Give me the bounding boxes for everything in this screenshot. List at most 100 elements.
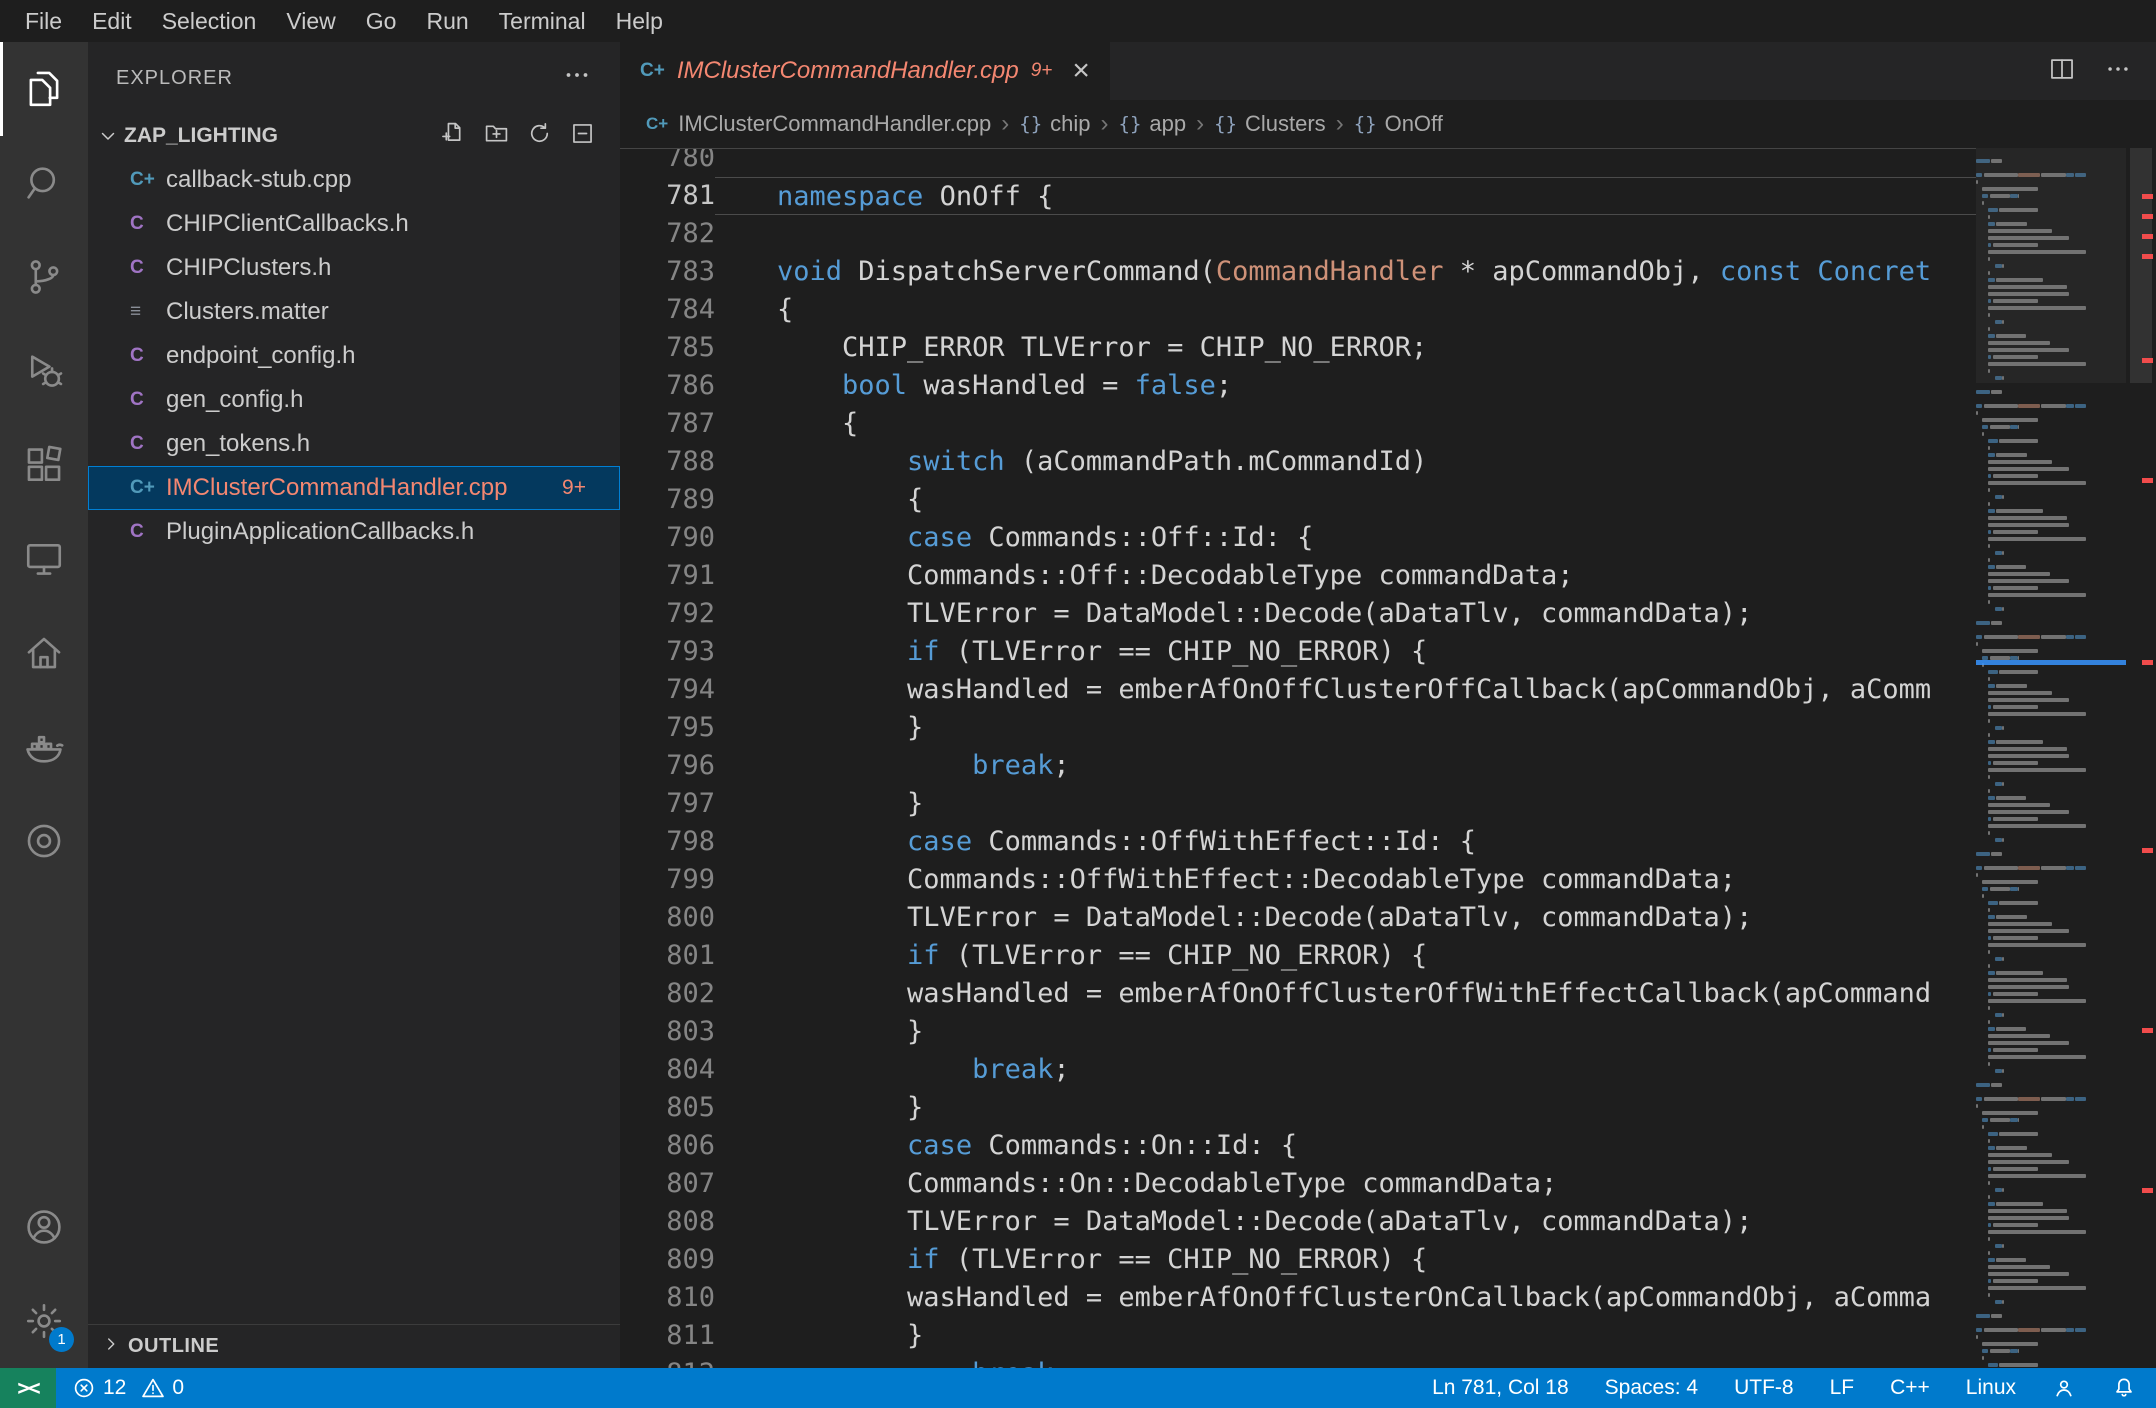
- line-number[interactable]: 782: [620, 215, 715, 253]
- new-file-icon[interactable]: [440, 120, 467, 153]
- code-line-812[interactable]: 812 break;: [620, 1355, 1976, 1368]
- code-line-792[interactable]: 792 TLVError = DataModel::Decode(aDataTl…: [620, 595, 1976, 633]
- code-line-790[interactable]: 790 case Commands::Off::Id: {: [620, 519, 1976, 557]
- folder-section-header[interactable]: ZAP_LIGHTING: [88, 114, 620, 158]
- file-item-gen_config.h[interactable]: Cgen_config.h: [88, 378, 620, 422]
- line-number[interactable]: 787: [620, 405, 715, 443]
- line-number[interactable]: 785: [620, 329, 715, 367]
- activity-home-icon[interactable]: [0, 606, 88, 700]
- code-line-795[interactable]: 795 }: [620, 709, 1976, 747]
- activity-extensions-icon[interactable]: [0, 418, 88, 512]
- line-number[interactable]: 796: [620, 747, 715, 785]
- code-line-791[interactable]: 791 Commands::Off::DecodableType command…: [620, 557, 1976, 595]
- file-item-Clusters.matter[interactable]: ≡ Clusters.matter: [88, 290, 620, 334]
- activity-settings-gear-icon[interactable]: 1: [0, 1274, 88, 1368]
- code-line-782[interactable]: 782: [620, 215, 1976, 253]
- line-number[interactable]: 789: [620, 481, 715, 519]
- line-number[interactable]: 797: [620, 785, 715, 823]
- code-line-800[interactable]: 800 TLVError = DataModel::Decode(aDataTl…: [620, 899, 1976, 937]
- split-editor-icon[interactable]: [2048, 55, 2076, 88]
- menu-view[interactable]: View: [271, 0, 350, 42]
- minimap[interactable]: [1976, 148, 2126, 1368]
- line-number[interactable]: 790: [620, 519, 715, 557]
- code-line-785[interactable]: 785 CHIP_ERROR TLVError = CHIP_NO_ERROR;: [620, 329, 1976, 367]
- code-line-797[interactable]: 797 }: [620, 785, 1976, 823]
- notifications-bell-icon[interactable]: [2112, 1376, 2136, 1400]
- code-line-780[interactable]: 780: [620, 149, 1976, 177]
- line-number[interactable]: 788: [620, 443, 715, 481]
- line-number[interactable]: 801: [620, 937, 715, 975]
- menu-help[interactable]: Help: [601, 0, 678, 42]
- breadcrumb-item-imclustercommandhandler-cpp[interactable]: C+ IMClusterCommandHandler.cpp: [646, 111, 991, 137]
- remote-indicator[interactable]: ><: [0, 1368, 56, 1408]
- line-number[interactable]: 798: [620, 823, 715, 861]
- line-number[interactable]: 806: [620, 1127, 715, 1165]
- code-line-804[interactable]: 804 break;: [620, 1051, 1976, 1089]
- code-line-809[interactable]: 809 if (TLVError == CHIP_NO_ERROR) {: [620, 1241, 1976, 1279]
- code-line-784[interactable]: 784 {: [620, 291, 1976, 329]
- activity-account-icon[interactable]: [0, 1180, 88, 1274]
- line-number[interactable]: 792: [620, 595, 715, 633]
- language-mode[interactable]: C++: [1890, 1376, 1930, 1400]
- menu-run[interactable]: Run: [411, 0, 483, 42]
- code-line-810[interactable]: 810 wasHandled = emberAfOnOffClusterOnCa…: [620, 1279, 1976, 1317]
- line-number[interactable]: 799: [620, 861, 715, 899]
- file-item-callback-stub.cpp[interactable]: C+ callback-stub.cpp: [88, 158, 620, 202]
- line-number[interactable]: 783: [620, 253, 715, 291]
- minimap-slider[interactable]: [1976, 148, 2126, 383]
- line-number[interactable]: 810: [620, 1279, 715, 1317]
- tab-close-icon[interactable]: ×: [1072, 56, 1090, 86]
- menu-file[interactable]: File: [10, 0, 77, 42]
- breadcrumb-item-app[interactable]: {} app: [1119, 111, 1187, 137]
- line-number[interactable]: 812: [620, 1355, 715, 1368]
- collapse-all-icon[interactable]: [569, 120, 596, 153]
- file-item-PluginApplicationCallbacks.h[interactable]: C PluginApplicationCallbacks.h: [88, 510, 620, 554]
- breadcrumb-item-chip[interactable]: {} chip: [1019, 111, 1090, 137]
- line-number[interactable]: 793: [620, 633, 715, 671]
- code-line-783[interactable]: 783 void DispatchServerCommand(CommandHan…: [620, 253, 1976, 291]
- code-editor[interactable]: 780 781 namespace OnOff {782 783 void Dispat…: [620, 148, 1976, 1368]
- code-line-796[interactable]: 796 break;: [620, 747, 1976, 785]
- breadcrumb-item-clusters[interactable]: {} Clusters: [1214, 111, 1326, 137]
- line-number[interactable]: 805: [620, 1089, 715, 1127]
- code-line-805[interactable]: 805 }: [620, 1089, 1976, 1127]
- line-number[interactable]: 811: [620, 1317, 715, 1355]
- file-item-endpoint_config.h[interactable]: Cendpoint_config.h: [88, 334, 620, 378]
- code-line-781[interactable]: 781 namespace OnOff {: [620, 177, 1976, 215]
- file-item-IMClusterCommandHandler.cpp[interactable]: C+ IMClusterCommandHandler.cpp 9+: [88, 466, 620, 510]
- line-number[interactable]: 786: [620, 367, 715, 405]
- file-item-CHIPClientCallbacks.h[interactable]: C CHIPClientCallbacks.h: [88, 202, 620, 246]
- remote-os[interactable]: Linux: [1966, 1376, 2016, 1400]
- activity-circle-plugin-icon[interactable]: [0, 794, 88, 888]
- menu-terminal[interactable]: Terminal: [484, 0, 601, 42]
- code-line-808[interactable]: 808 TLVError = DataModel::Decode(aDataTl…: [620, 1203, 1976, 1241]
- indent-setting[interactable]: Spaces: 4: [1605, 1376, 1698, 1400]
- line-number[interactable]: 784: [620, 291, 715, 329]
- code-line-806[interactable]: 806 case Commands::On::Id: {: [620, 1127, 1976, 1165]
- code-line-787[interactable]: 787 {: [620, 405, 1976, 443]
- scrollbar[interactable]: [2126, 148, 2156, 1368]
- cursor-position[interactable]: Ln 781, Col 18: [1432, 1376, 1569, 1400]
- activity-remote-explorer-icon[interactable]: [0, 512, 88, 606]
- line-number[interactable]: 780: [620, 149, 715, 177]
- menu-selection[interactable]: Selection: [147, 0, 272, 42]
- code-line-799[interactable]: 799 Commands::OffWithEffect::DecodableTy…: [620, 861, 1976, 899]
- menu-go[interactable]: Go: [351, 0, 412, 42]
- code-line-807[interactable]: 807 Commands::On::DecodableType commandD…: [620, 1165, 1976, 1203]
- line-number[interactable]: 807: [620, 1165, 715, 1203]
- line-number[interactable]: 781: [620, 177, 715, 215]
- explorer-more-actions-icon[interactable]: [562, 60, 592, 96]
- menu-edit[interactable]: Edit: [77, 0, 147, 42]
- line-number[interactable]: 802: [620, 975, 715, 1013]
- code-line-798[interactable]: 798 case Commands::OffWithEffect::Id: {: [620, 823, 1976, 861]
- scrollbar-thumb[interactable]: [2130, 148, 2152, 383]
- code-line-793[interactable]: 793 if (TLVError == CHIP_NO_ERROR) {: [620, 633, 1976, 671]
- code-line-802[interactable]: 802 wasHandled = emberAfOnOffClusterOffW…: [620, 975, 1976, 1013]
- code-line-811[interactable]: 811 }: [620, 1317, 1976, 1355]
- tab-imclustercommandhandler[interactable]: C+ IMClusterCommandHandler.cpp 9+ ×: [620, 42, 1110, 100]
- activity-docker-icon[interactable]: [0, 700, 88, 794]
- code-line-786[interactable]: 786 bool wasHandled = false;: [620, 367, 1976, 405]
- line-number[interactable]: 795: [620, 709, 715, 747]
- line-number[interactable]: 809: [620, 1241, 715, 1279]
- breadcrumb-item-onoff[interactable]: {} OnOff: [1354, 111, 1443, 137]
